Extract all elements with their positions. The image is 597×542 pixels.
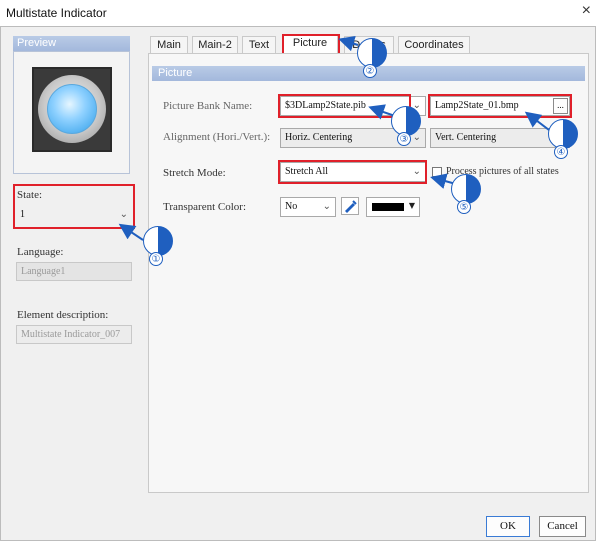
chevron-down-icon: ⌄ (322, 201, 331, 212)
element-description-label: Element description: (17, 309, 109, 321)
callout-1-number: ① (149, 252, 163, 266)
window-title: Multistate Indicator (6, 6, 107, 20)
transparent-color-label: Transparent Color: (163, 201, 247, 213)
close-icon[interactable]: × (582, 2, 591, 20)
black-swatch (372, 203, 404, 211)
chevron-down-icon: ⌄ (119, 209, 128, 220)
tab-content-panel (148, 53, 589, 493)
picture-file-highlight (428, 94, 572, 118)
tab-coordinates[interactable]: Coordinates (398, 36, 470, 53)
callout-2-number: ② (363, 64, 377, 78)
lamp-preview-image (32, 67, 112, 152)
transparent-value: No (285, 201, 298, 212)
align-vertical-value: Vert. Centering (435, 132, 497, 143)
state-value: 1 (20, 209, 25, 220)
preview-header: Preview (13, 36, 130, 51)
tab-main[interactable]: Main (150, 36, 188, 53)
callout-3-number: ③ (397, 132, 411, 146)
callout-5-number: ⑤ (457, 200, 471, 214)
lamp-icon (47, 84, 97, 134)
transparent-select[interactable]: No ⌄ (280, 197, 336, 217)
cancel-button[interactable]: Cancel (539, 516, 586, 537)
picture-tab-highlight (282, 34, 340, 55)
lamp-outer-ring (38, 75, 106, 143)
stretch-mode-highlight (278, 160, 427, 184)
align-horizontal-value: Horiz. Centering (285, 132, 353, 143)
preview-box (13, 51, 130, 174)
language-field: Language1 (16, 262, 132, 281)
alignment-label: Alignment (Hori./Vert.): (163, 131, 271, 143)
language-label: Language: (17, 246, 64, 258)
element-description-field: Multistate Indicator_007 (16, 325, 132, 344)
picture-bank-label: Picture Bank Name: (163, 100, 253, 112)
title-bar: Multistate Indicator × (0, 0, 597, 26)
process-all-checkbox[interactable] (432, 167, 442, 177)
picture-bank-highlight (278, 94, 411, 118)
state-label: State: (17, 189, 43, 201)
stretch-mode-label: Stretch Mode: (163, 167, 226, 179)
ok-button[interactable]: OK (486, 516, 530, 537)
color-picker-icon[interactable] (341, 197, 359, 215)
callout-4-number: ④ (554, 145, 568, 159)
color-swatch-select[interactable]: ▼ (366, 197, 420, 217)
caret-down-icon: ▼ (408, 201, 415, 210)
tab-text[interactable]: Text (242, 36, 276, 53)
state-select[interactable]: 1 ⌄ (16, 206, 132, 225)
tab-main-2[interactable]: Main-2 (192, 36, 238, 53)
